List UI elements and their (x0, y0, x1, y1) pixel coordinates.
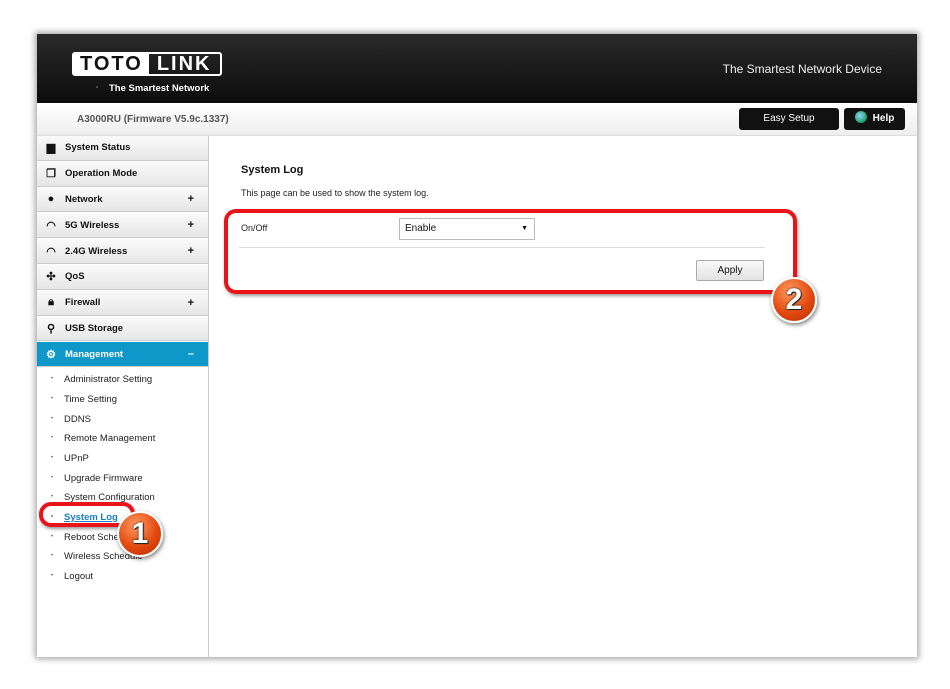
submenu-item-administrator-setting[interactable]: Administrator Setting (37, 370, 208, 390)
gear-icon: ⚙ (46, 348, 56, 361)
submenu-item-ddns[interactable]: DDNS (37, 410, 208, 430)
router-admin-window: TOTO LINK The Smartest Network Device The… (37, 34, 917, 657)
sidebar-item-label: Firewall (65, 297, 101, 309)
help-label: Help (872, 113, 895, 124)
windows-icon: ❐ (46, 168, 56, 181)
sidebar-item-label: 5G Wireless (65, 219, 120, 231)
tagline: The Smartest Network Device (722, 62, 882, 76)
step-badge-1: 1 (117, 511, 163, 557)
sidebar-item-label: Network (65, 193, 103, 205)
qos-icon: ✣ (46, 271, 56, 284)
expand-toggle-icon: + (187, 296, 194, 309)
expand-toggle-icon: – (187, 348, 194, 361)
usb-icon: ⚲ (46, 322, 56, 335)
sidebar-item-network[interactable]: ● Network + (37, 187, 208, 213)
totolink-logo: TOTO LINK The Smartest Network Device (72, 52, 222, 114)
sidebar-item-label: Management (65, 348, 124, 360)
highlight-form (224, 209, 797, 294)
sidebar-item-label: QoS (65, 271, 85, 283)
page-title: System Log (241, 164, 304, 176)
logo-text: TOTO (74, 54, 149, 74)
sidebar-item-label: 2.4G Wireless (65, 245, 128, 257)
easy-setup-button[interactable]: Easy Setup (739, 108, 839, 130)
header: TOTO LINK The Smartest Network Device The… (37, 34, 917, 114)
submenu-item-logout[interactable]: Logout (37, 567, 208, 587)
logo-text: LINK (156, 53, 212, 75)
lock-icon: 🔒︎ (48, 296, 54, 309)
sidebar-item-label: Operation Mode (65, 168, 138, 180)
model-firmware: A3000RU (Firmware V5.9c.1337) (77, 114, 229, 125)
page-description: This page can be used to show the system… (241, 188, 429, 198)
help-globe-icon (854, 111, 867, 123)
sidebar-item-management[interactable]: ⚙ Management – (37, 342, 208, 368)
help-button[interactable]: Help (844, 108, 905, 130)
sidebar-item-firewall[interactable]: 🔒︎ Firewall + (37, 290, 208, 316)
toolbar: A3000RU (Firmware V5.9c.1337) Easy Setup… (37, 103, 917, 136)
submenu-item-upgrade-firmware[interactable]: Upgrade Firmware (37, 469, 208, 489)
globe-icon: ● (47, 193, 55, 206)
step-badge-2: 2 (771, 277, 817, 323)
logo-subtitle: The Smartest Network Device (82, 79, 222, 114)
expand-toggle-icon: + (187, 245, 194, 258)
submenu-item-time-setting[interactable]: Time Setting (37, 390, 208, 410)
sidebar-item-usb-storage[interactable]: ⚲ USB Storage (37, 316, 208, 342)
sidebar-item-label: USB Storage (65, 322, 124, 334)
submenu-item-remote-management[interactable]: Remote Management (37, 429, 208, 449)
expand-toggle-icon: + (187, 193, 194, 206)
sidebar-item-5g-wireless[interactable]: ◠ 5G Wireless + (37, 213, 208, 239)
sidebar-item-qos[interactable]: ✣ QoS (37, 264, 208, 290)
chat-icon: ▆ (46, 142, 56, 155)
sidebar-item-operation-mode[interactable]: ❐ Operation Mode (37, 161, 208, 187)
sidebar-item-label: System Status (65, 142, 131, 154)
sidebar: ▆ System Status ❐ Operation Mode ● Network + ◠ 5… (37, 136, 209, 657)
sidebar-item-system-status[interactable]: ▆ System Status (37, 136, 208, 161)
submenu-item-wireless-schedule[interactable]: Wireless Schedule (37, 547, 208, 567)
expand-toggle-icon: + (187, 219, 194, 232)
sidebar-item-2-4g-wireless[interactable]: ◠ 2.4G Wireless + (37, 239, 208, 264)
wifi-icon: ◠ (46, 245, 56, 258)
wifi-icon: ◠ (46, 219, 56, 232)
submenu-item-upnp[interactable]: UPnP (37, 449, 208, 469)
